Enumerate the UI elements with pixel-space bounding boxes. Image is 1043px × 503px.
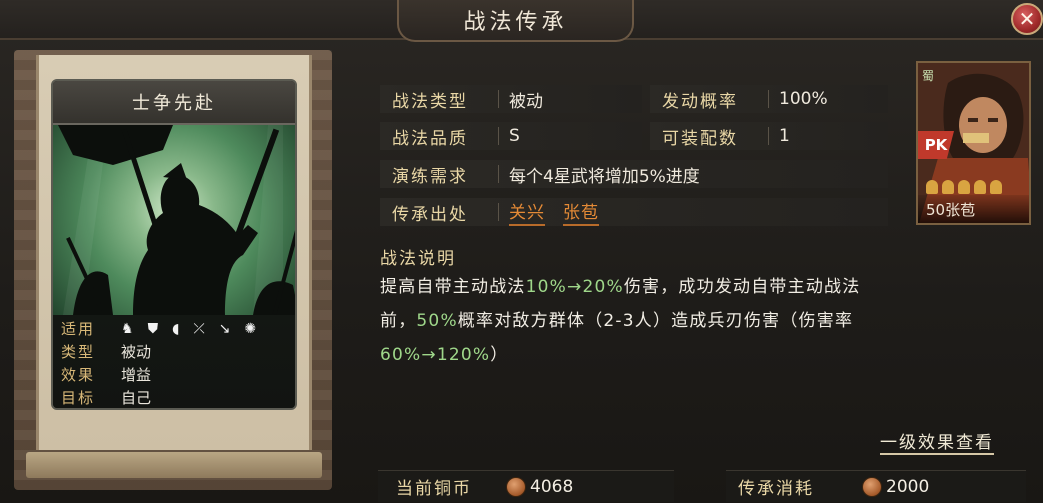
desc-highlight: 50% [416, 311, 458, 331]
separator [768, 127, 769, 145]
desc-text: 概率对敌方群体（2-3人）造成兵刃伤害（伤害率 [457, 311, 854, 331]
description-line-1: 提高自带主动战法10%→20%伤害，成功发动自带主动战法 [380, 270, 1030, 304]
separator [498, 90, 499, 108]
info-key: 效果 [61, 366, 96, 384]
info-row-effect: 效果 增益 [61, 363, 287, 386]
info-key: 目标 [61, 389, 96, 407]
info-key: 适用 [61, 320, 96, 338]
legacy-window: 战法传承 ✕ 士争先赴 适用 ♞ ⛊ ◖ ⤫ ↘ ✺ 类型 被动 效果 增益 目… [0, 0, 1043, 503]
desc-text: 伤害，成功发动自带主动战法 [623, 277, 861, 297]
practice-key: 演练需求 [392, 166, 468, 187]
tactic-type-value: 被动 [509, 91, 543, 112]
separator [768, 90, 769, 108]
description-title: 战法说明 [380, 249, 456, 269]
shield-infantry-icon: ◖ [172, 320, 180, 337]
info-value: 增益 [121, 366, 152, 384]
troop-type-icons: ♞ ⛊ ◖ ⤫ ↘ ✺ [121, 321, 256, 337]
legacy-cost-box: 传承消耗 2000 [726, 470, 1026, 502]
separator [498, 203, 499, 221]
tactic-card[interactable]: 士争先赴 适用 ♞ ⛊ ◖ ⤫ ↘ ✺ 类型 被动 效果 增益 目标 自己 [51, 79, 297, 410]
info-key: 类型 [61, 343, 96, 361]
card-artwork [53, 125, 295, 315]
info-row-type: 类型 被动 [61, 340, 287, 363]
row-tactic-type: 战法类型 被动 [380, 85, 642, 113]
separator [498, 127, 499, 145]
tactic-type-key: 战法类型 [392, 91, 468, 112]
desc-text: 提高自带主动战法 [380, 277, 526, 297]
card-title-bar: 士争先赴 [53, 81, 295, 125]
row-tactic-quality: 战法品质 S [380, 122, 642, 150]
separator [498, 165, 499, 183]
equip-count-key: 可装配数 [662, 128, 738, 149]
legacy-cost-value: 2000 [886, 476, 930, 497]
practice-value: 每个4星武将增加5%进度 [509, 166, 700, 187]
star-icon [990, 180, 1002, 194]
trigger-rate-key: 发动概率 [662, 91, 738, 112]
close-button[interactable]: ✕ [1011, 3, 1043, 35]
source-link-guanxing[interactable]: 关兴 [509, 198, 545, 226]
description-line-3: 60%→120%） [380, 338, 1030, 372]
row-equip-count: 可装配数 1 [650, 122, 888, 150]
current-copper-label: 当前铜币 [396, 479, 472, 499]
info-row-usable: 适用 ♞ ⛊ ◖ ⤫ ↘ ✺ [61, 317, 287, 340]
scroll-rod [26, 452, 322, 478]
warrior-silhouette-icon [58, 125, 295, 315]
info-value: 自己 [121, 389, 152, 407]
star-icon [958, 180, 970, 194]
description-body: 提高自带主动战法10%→20%伤害，成功发动自带主动战法 前，50%概率对敌方群… [380, 270, 1030, 372]
window-title: 战法传承 [463, 10, 568, 35]
close-icon: ✕ [1018, 7, 1036, 31]
level-one-effect-link[interactable]: 一级效果查看 [880, 428, 994, 455]
info-value: 被动 [121, 343, 152, 361]
title-plate: 战法传承 [397, 0, 634, 42]
info-row-target: 目标 自己 [61, 386, 287, 408]
copper-coin-icon [862, 476, 882, 497]
card-info: 适用 ♞ ⛊ ◖ ⤫ ↘ ✺ 类型 被动 效果 增益 目标 自己 [53, 315, 295, 408]
description-line-2: 前，50%概率对敌方群体（2-3人）造成兵刃伤害（伤害率 [380, 304, 1030, 338]
wheel-icon: ✺ [244, 320, 257, 337]
row-trigger-rate: 发动概率 100% [650, 85, 888, 113]
equip-count-value: 1 [779, 126, 790, 146]
star-icon [926, 180, 938, 194]
hero-stars [926, 180, 1002, 194]
tactic-quality-key: 战法品质 [392, 128, 468, 149]
hero-level-name: 50张苞 [918, 195, 1029, 223]
copper-coin-icon [506, 476, 526, 497]
legacy-cost-label: 传承消耗 [738, 479, 814, 499]
bow-icon: ⤫ [193, 320, 205, 337]
cavalry-icon: ♞ [121, 320, 134, 337]
star-icon [974, 180, 986, 194]
desc-text: ） [490, 345, 509, 365]
tactic-quality-value: S [509, 126, 520, 146]
trigger-rate-value: 100% [779, 89, 828, 109]
row-source: 传承出处 关兴 张苞 [380, 198, 888, 226]
hero-portrait[interactable]: 蜀 PK 50张苞 [916, 61, 1031, 225]
card-title: 士争先赴 [132, 93, 216, 114]
shield-icon: ⛊ [147, 320, 159, 337]
source-key: 传承出处 [392, 204, 468, 225]
desc-highlight: 10%→20% [525, 277, 624, 297]
desc-text: 前， [380, 311, 417, 331]
faction-label: 蜀 [922, 69, 935, 83]
current-copper-value: 4068 [530, 476, 574, 497]
row-practice-requirement: 演练需求 每个4星武将增加5%进度 [380, 160, 888, 188]
desc-highlight: 60%→120% [380, 345, 491, 365]
star-icon [942, 180, 954, 194]
source-link-zhangbao[interactable]: 张苞 [563, 198, 599, 226]
spear-icon: ↘ [218, 320, 231, 337]
current-copper-box: 当前铜币 4068 [378, 470, 674, 502]
